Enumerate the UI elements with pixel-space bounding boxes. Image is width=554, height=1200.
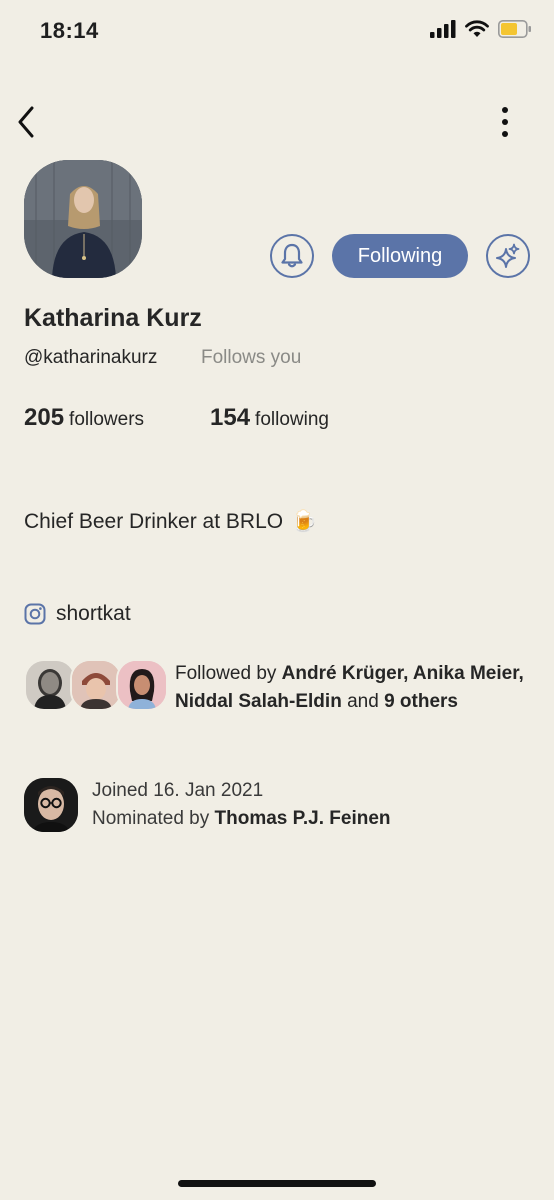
profile-handle: @katharinakurz (24, 347, 158, 368)
nominator-avatar[interactable] (24, 778, 78, 832)
mutual-avatar (116, 659, 168, 711)
followers-stat[interactable]: 205 followers (24, 404, 144, 432)
mutual-followers-avatars[interactable] (24, 659, 174, 713)
nominated-prefix: Nominated by (92, 808, 210, 829)
followed-by-prefix: Followed by (175, 663, 277, 684)
profile-photo (24, 160, 142, 278)
notification-bell-button[interactable] (270, 234, 314, 278)
bio-text: Chief Beer Drinker at BRLO (24, 510, 284, 533)
profile-avatar[interactable] (24, 160, 142, 278)
bell-icon (281, 243, 303, 268)
following-label: following (255, 409, 329, 430)
instagram-link[interactable]: shortkat (24, 602, 131, 626)
joined-date: Joined 16. Jan 2021 (92, 780, 264, 801)
status-time: 18:14 (40, 18, 99, 43)
more-options-button[interactable] (490, 102, 520, 142)
followed-by-others: 9 others (384, 691, 458, 712)
home-indicator[interactable] (178, 1180, 376, 1187)
battery-icon (498, 20, 531, 38)
wifi-icon (465, 20, 489, 37)
mutual-avatar-photo (118, 661, 166, 709)
beer-mug-icon: 🍺 (291, 510, 318, 533)
followed-by-text[interactable]: Followed by André Krüger, Anika Meier, N… (175, 660, 535, 716)
instagram-handle: shortkat (56, 602, 131, 625)
instagram-icon (24, 603, 46, 625)
chevron-left-icon (18, 106, 34, 138)
status-icons (430, 20, 532, 38)
followers-label: followers (69, 409, 145, 430)
profile-name: Katharina Kurz (24, 304, 202, 332)
following-count: 154 (210, 404, 251, 431)
mutual-avatar-photo (26, 661, 74, 709)
followed-by-and: and (347, 691, 379, 712)
more-vertical-icon (502, 107, 508, 137)
mutual-avatar (24, 659, 76, 711)
profile-bio: Chief Beer Drinker at BRLO 🍺 (24, 510, 317, 534)
sparkle-icon (496, 243, 520, 268)
nominator-name[interactable]: Thomas P.J. Feinen (215, 808, 391, 829)
mutual-avatar-photo (72, 661, 120, 709)
joined-info: Joined 16. Jan 2021 Nominated by Thomas … (92, 777, 391, 833)
follows-you-label: Follows you (201, 347, 302, 368)
nominated-by[interactable]: Nominated by Thomas P.J. Feinen (92, 805, 391, 833)
status-bar: 18:14 (0, 0, 554, 70)
sparkle-button[interactable] (486, 234, 530, 278)
following-button[interactable]: Following (332, 234, 468, 278)
mutual-avatar (70, 659, 122, 711)
following-stat[interactable]: 154 following (210, 404, 329, 432)
back-button[interactable] (8, 102, 44, 142)
cellular-signal-icon (430, 20, 456, 38)
followers-count: 205 (24, 404, 65, 431)
nominator-avatar-photo (24, 778, 78, 832)
